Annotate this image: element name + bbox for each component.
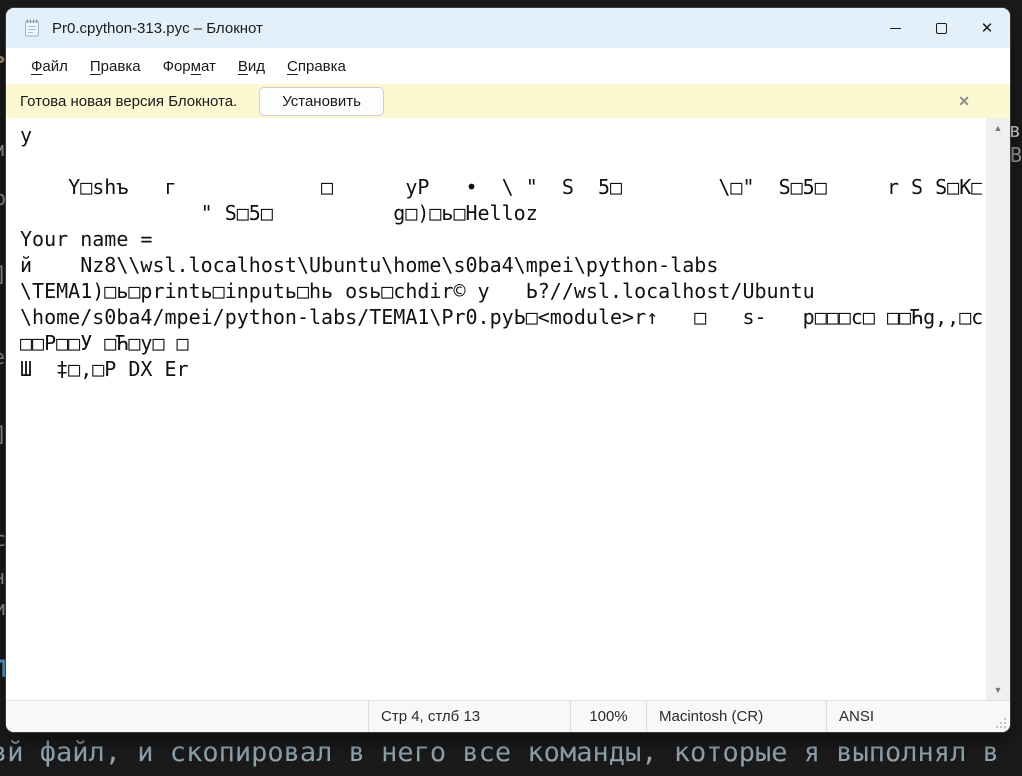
close-icon: ✕ (981, 19, 994, 37)
editor-content: y Y□shъ г □ yP • \ " S 5□ \□" S□5□ r S S… (20, 122, 982, 382)
menu-label-accesskey: П (90, 58, 101, 75)
menu-label-accesskey: Ф (31, 58, 42, 75)
editor-line: \home/s0ba4/mpei/python-labs/TEMA1\Pr0.p… (20, 304, 982, 330)
editor-line: " S□5□ g□)□ь□Helloz (20, 200, 982, 226)
menu-label: ид (248, 58, 265, 75)
menu-item-view[interactable]: Вид (227, 54, 276, 79)
menu-bar: Файл Правка Формат Вид Справка (6, 48, 1010, 84)
update-notification-bar: Готова новая версия Блокнота. Установить… (6, 84, 1010, 118)
notification-close-icon[interactable]: ✕ (958, 93, 970, 110)
background-text-fragment: в (1009, 118, 1021, 142)
editor-line: Ш ‡□,□P DX Er (20, 356, 982, 382)
menu-item-file[interactable]: Файл (20, 54, 79, 79)
status-bar: Стр 4, стлб 13 100% Macintosh (CR) ANSI (6, 700, 1010, 732)
menu-label: Фор (163, 58, 191, 75)
background-text-fragment: е (0, 345, 5, 369)
menu-label: ат (201, 58, 216, 75)
maximize-icon (936, 23, 947, 34)
menu-item-help[interactable]: Справка (276, 54, 357, 79)
background-text-fragment: м (0, 137, 4, 161)
menu-label: айл (42, 58, 67, 75)
text-editor[interactable]: y Y□shъ г □ yP • \ " S 5□ \□" S□5□ r S S… (6, 118, 1010, 700)
minimize-icon (890, 28, 901, 29)
menu-label-accesskey: м (191, 58, 201, 75)
scroll-up-icon[interactable]: ▲ (994, 118, 1003, 138)
status-line-ending: Macintosh (CR) (646, 701, 826, 732)
desktop-background: ь м p ] е ] с н и П в B вй файл, и скопи… (0, 0, 1022, 776)
menu-label: правка (298, 58, 346, 75)
status-encoding: ANSI (826, 701, 1010, 732)
status-spacer (6, 701, 368, 732)
status-zoom-level[interactable]: 100% (570, 701, 646, 732)
editor-line: y (20, 122, 982, 148)
editor-line: □□P□□У □Ћ□y□ □ (20, 330, 982, 356)
background-document-text: вй файл, и скопировал в него все команды… (0, 737, 999, 768)
vertical-scrollbar[interactable]: ▲ ▼ (986, 118, 1010, 700)
background-text-fragment: н (0, 565, 5, 589)
title-bar[interactable]: Pr0.cpython-313.pyc – Блокнот ✕ (6, 8, 1010, 48)
window-title: Pr0.cpython-313.pyc – Блокнот (52, 20, 263, 37)
background-text-fragment: B (1010, 143, 1022, 167)
notepad-icon (22, 18, 42, 38)
scroll-down-icon[interactable]: ▼ (994, 680, 1003, 700)
notepad-window: Pr0.cpython-313.pyc – Блокнот ✕ Файл Пра… (6, 8, 1010, 732)
menu-item-format[interactable]: Формат (152, 54, 227, 79)
menu-label-accesskey: В (238, 58, 248, 75)
minimize-button[interactable] (872, 8, 918, 48)
editor-line: Your name = (20, 226, 982, 252)
install-button[interactable]: Установить (259, 87, 384, 116)
close-button[interactable]: ✕ (964, 8, 1010, 48)
update-message: Готова новая версия Блокнота. (20, 93, 237, 110)
status-cursor-position: Стр 4, стлб 13 (368, 701, 570, 732)
resize-grip[interactable] (995, 717, 1007, 729)
menu-label-accesskey: С (287, 58, 298, 75)
maximize-button[interactable] (918, 8, 964, 48)
menu-item-edit[interactable]: Правка (79, 54, 152, 79)
editor-line (20, 148, 982, 174)
encoding-label: ANSI (839, 708, 874, 725)
editor-line: Y□shъ г □ yP • \ " S 5□ \□" S□5□ r S S□K… (20, 174, 982, 200)
menu-label: равка (101, 58, 141, 75)
editor-line: й Nz8\\wsl.localhost\Ubuntu\home\s0ba4\m… (20, 252, 982, 278)
caption-buttons: ✕ (872, 8, 1010, 48)
editor-line: \TEMA1)□ь□printь□inputь□hь osь□chdir© y … (20, 278, 982, 304)
